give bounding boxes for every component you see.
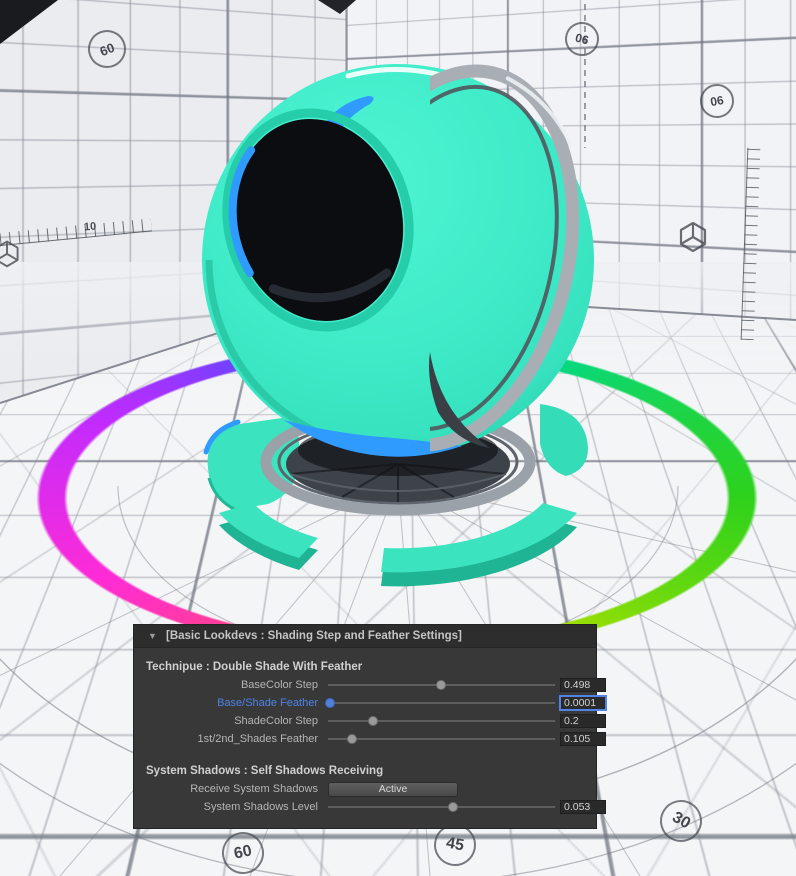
shades-feather-slider[interactable] <box>328 732 555 746</box>
unity-logo-icon <box>0 238 22 268</box>
shadows-level-value[interactable] <box>560 800 606 814</box>
slider-track <box>328 738 555 740</box>
shadecolor-step-slider[interactable] <box>328 714 555 728</box>
slider-track <box>328 720 555 722</box>
slider-row-base-shade-feather: Base/Shade Feather <box>134 694 596 712</box>
basecolor-step-slider[interactable] <box>328 678 555 692</box>
slider-label: ShadeColor Step <box>146 715 328 727</box>
slider-label: Base/Shade Feather <box>146 697 328 709</box>
shadows-level-slider[interactable] <box>328 800 555 814</box>
slider-handle[interactable] <box>448 802 458 812</box>
slider-handle[interactable] <box>325 698 335 708</box>
receive-shadows-row: Receive System Shadows Active <box>134 780 596 798</box>
viewport-3d[interactable]: 10 60 06 06 60 45 30 ▼ [Basic Lookdevs:… <box>0 0 796 876</box>
technique-heading: Technipue : Double Shade With Feather <box>134 658 596 676</box>
slider-track <box>328 702 555 704</box>
base-shade-feather-slider[interactable] <box>328 696 555 710</box>
shader-settings-panel: ▼ [Basic Lookdevs : Shading Step and Fea… <box>133 624 597 829</box>
shadows-level-label: System Shadows Level <box>146 801 328 813</box>
slider-handle[interactable] <box>368 716 378 726</box>
panel-header[interactable]: ▼ [Basic Lookdevs : Shading Step and Fea… <box>134 625 596 648</box>
slider-track <box>328 806 555 808</box>
basecolor-step-value[interactable] <box>560 678 606 692</box>
shadows-level-row: System Shadows Level <box>134 798 596 816</box>
slider-row-shades-feather: 1st/2nd_Shades Feather <box>134 730 596 748</box>
receive-shadows-active-button[interactable]: Active <box>328 782 458 797</box>
slider-label: BaseColor Step <box>146 679 328 691</box>
slider-label: 1st/2nd_Shades Feather <box>146 733 328 745</box>
system-shadows-heading: System Shadows : Self Shadows Receiving <box>134 762 596 780</box>
receive-shadows-label: Receive System Shadows <box>146 783 328 795</box>
hue-ring <box>29 337 765 659</box>
unity-logo-icon <box>676 220 710 252</box>
shadecolor-step-value[interactable] <box>560 714 606 728</box>
slider-row-shadecolor-step: ShadeColor Step <box>134 712 596 730</box>
ruler-number: 10 <box>84 220 97 233</box>
panel-title: [Basic Lookdevs : Shading Step and Feath… <box>166 630 462 642</box>
base-shade-feather-value[interactable] <box>560 696 606 710</box>
slider-row-basecolor-step: BaseColor Step <box>134 676 596 694</box>
foldout-arrow-icon[interactable]: ▼ <box>148 631 160 641</box>
shades-feather-value[interactable] <box>560 732 606 746</box>
slider-handle[interactable] <box>347 734 357 744</box>
slider-handle[interactable] <box>436 680 446 690</box>
